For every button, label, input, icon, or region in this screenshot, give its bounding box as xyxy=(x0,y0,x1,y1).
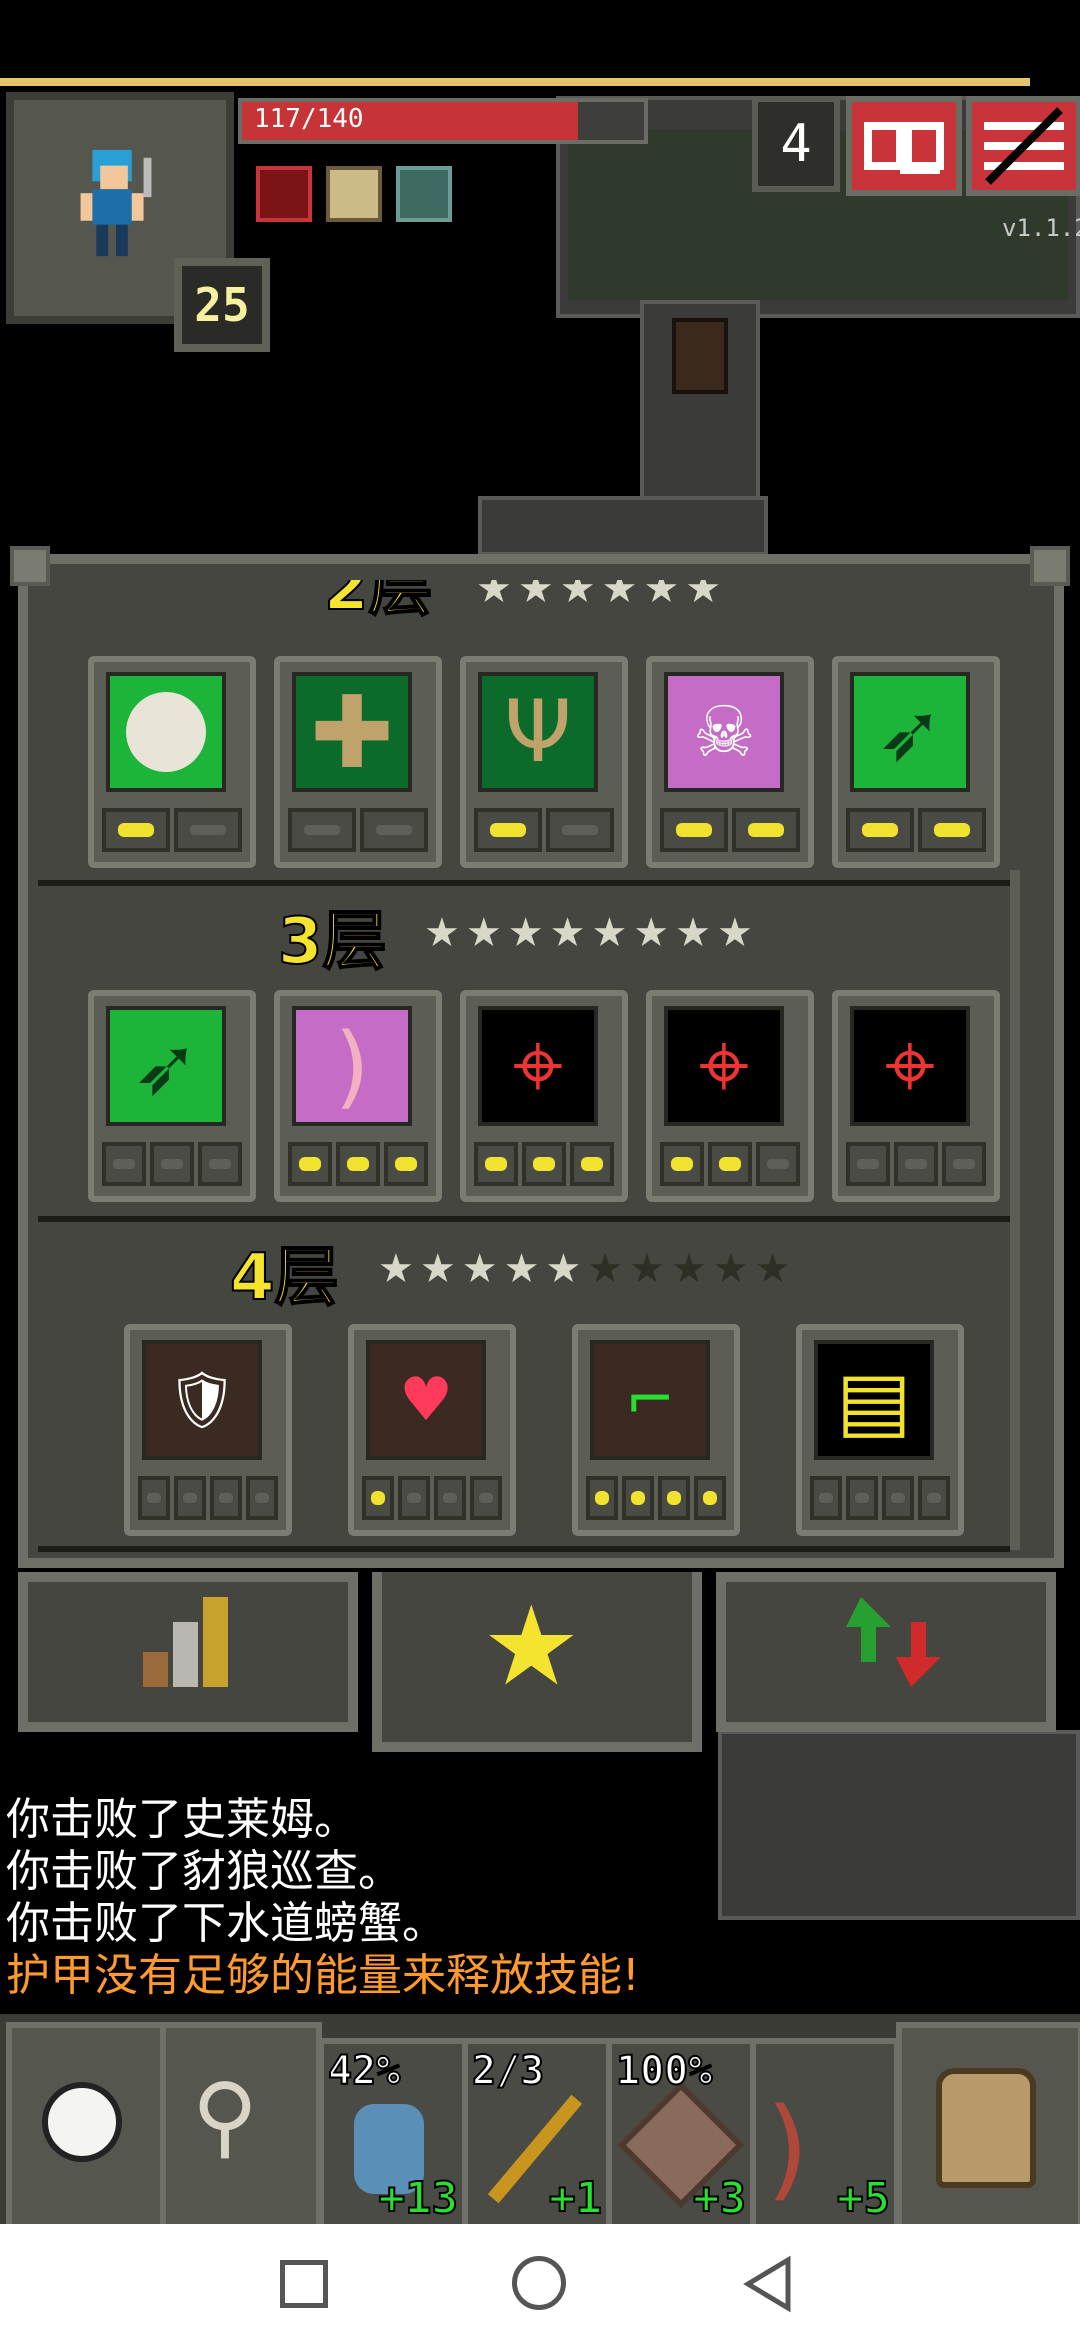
dungeon-wall-lower xyxy=(478,496,768,556)
back-icon[interactable] xyxy=(740,2254,800,2314)
quickslot-4-bonus: +5 xyxy=(836,2172,891,2225)
bleeding-buff-icon[interactable] xyxy=(256,166,312,222)
shield-target-icon xyxy=(106,672,226,792)
experience-bar xyxy=(0,78,1030,86)
search-icon: ⚲ xyxy=(192,2064,258,2169)
crosshair-eye-icon: ⌖ xyxy=(478,1006,598,1126)
quickslot-3-bonus: +3 xyxy=(692,2172,747,2225)
inventory-button[interactable] xyxy=(896,2022,1080,2230)
panel-corner-right xyxy=(1030,546,1070,586)
talent-tier4-1[interactable]: 🛡 xyxy=(124,1324,292,1536)
arrow-shield-icon: ➶ xyxy=(850,672,970,792)
talent-tier2-2[interactable]: ✚ xyxy=(274,656,442,868)
bow-icon: ) xyxy=(292,1006,412,1126)
talent-tier4-4[interactable]: ▤ xyxy=(796,1324,964,1536)
tier-divider-2 xyxy=(38,1216,1010,1222)
tier-4-stars-locked: ★★★★★ xyxy=(587,1246,797,1292)
quickslot-1[interactable]: 42% +13 xyxy=(318,2038,468,2230)
quickslot-1-charge: 42% xyxy=(327,2047,401,2095)
skull-swirl-icon: ☠ xyxy=(664,672,784,792)
game-log: 你击败了史莱姆。 你击败了豺狼巡查。 你击败了下水道螃蟹。 护甲没有足够的能量来… xyxy=(6,1794,1066,2002)
clock-icon xyxy=(42,2082,122,2162)
tier-4-stars: ★★★★★★★★★★ xyxy=(378,1246,797,1292)
quickslot-3-charge: 100% xyxy=(615,2047,713,2095)
recents-icon[interactable] xyxy=(280,2260,328,2308)
quickslot-1-bonus: +13 xyxy=(378,2172,459,2225)
dungeon-depth-indicator[interactable]: 4 xyxy=(752,96,840,192)
health-text: 117/140 xyxy=(254,104,364,134)
bottom-toolbar: ⚲ 42% +13 2/3 +1 100% +3 ) +5 xyxy=(0,2014,1080,2230)
tier-divider-3 xyxy=(38,1546,1010,1552)
talent-tier2-4[interactable]: ☠ xyxy=(646,656,814,868)
tier-4-stars-earned: ★★★★★ xyxy=(378,1246,588,1292)
menu-icon xyxy=(984,107,1064,185)
talent-tier2-3[interactable]: Ψ xyxy=(460,656,628,868)
tab-talents[interactable]: ★ xyxy=(372,1572,702,1752)
quickslot-2-bonus: +1 xyxy=(548,2172,603,2225)
tier-divider-1 xyxy=(38,880,1010,886)
log-line: 你击败了豺狼巡查。 xyxy=(6,1846,402,1897)
tier-4-title: 4层 xyxy=(229,1240,340,1316)
quickslot-2-charge: 2/3 xyxy=(471,2047,545,2095)
up-down-arrows-icon xyxy=(846,1597,941,1687)
home-icon[interactable] xyxy=(512,2256,566,2310)
huntress-hero-icon xyxy=(80,149,152,257)
talent-tier2-1[interactable] xyxy=(88,656,256,868)
cross-heal-icon: ✚ xyxy=(292,672,412,792)
log-line-warning: 护甲没有足够的能量来释放技能! xyxy=(6,1950,640,2001)
talent-tier3-2[interactable]: ) xyxy=(274,990,442,1202)
armor-buff-icon[interactable] xyxy=(326,166,382,222)
arrow-up-icon: ➶ xyxy=(106,1006,226,1126)
talent-tier4-2[interactable]: ♥ xyxy=(348,1324,516,1536)
quickslot-3[interactable]: 100% +3 xyxy=(606,2038,756,2230)
menu-button[interactable] xyxy=(966,96,1080,196)
tier-3-title: 3层 xyxy=(277,904,388,980)
stats-bars-icon xyxy=(143,1597,228,1687)
talent-tier3-4[interactable]: ⌖ xyxy=(646,990,814,1202)
dungeon-door xyxy=(672,318,728,394)
hero-level-badge: 25 xyxy=(174,258,270,352)
quickslot-2[interactable]: 2/3 +1 xyxy=(462,2038,612,2230)
log-line: 你击败了史莱姆。 xyxy=(6,1794,358,1845)
tab-upgrades[interactable] xyxy=(716,1572,1056,1732)
journal-button[interactable] xyxy=(846,96,962,196)
log-line: 你击败了下水道螃蟹。 xyxy=(6,1898,446,1949)
talents-scrollbar[interactable] xyxy=(1010,870,1020,1550)
talent-tier3-5[interactable]: ⌖ xyxy=(832,990,1000,1202)
armor-ability-icon: ▤ xyxy=(814,1340,934,1460)
crosshair-purple-arrow-icon: ⌖ xyxy=(664,1006,784,1126)
system-navigation-bar xyxy=(0,2224,1080,2340)
tier-3-stars: ★★★★★★★★ xyxy=(424,910,759,956)
tab-stats[interactable] xyxy=(18,1572,358,1732)
rat-stairs-icon: ⌐ xyxy=(590,1340,710,1460)
talent-tier4-3[interactable]: ⌐ xyxy=(572,1324,740,1536)
wait-button[interactable] xyxy=(6,2022,168,2230)
rat-shield-icon: 🛡 xyxy=(142,1340,262,1460)
talents-scroll-area[interactable]: 2层 ★★★★★★ ✚ Ψ ☠ ➶ 3层 ★★★★★★★★ ➶ ) ⌖ ⌖ ⌖ xyxy=(38,580,1020,1558)
shield-buff-icon[interactable] xyxy=(396,166,452,222)
talent-tier2-5[interactable]: ➶ xyxy=(832,656,1000,868)
crosshair-yellow-arrow-icon: ⌖ xyxy=(850,1006,970,1126)
quickslot-4[interactable]: ) +5 xyxy=(750,2038,900,2230)
version-label: v1.1.2 xyxy=(1002,214,1080,242)
spirit-bow-icon: ) xyxy=(766,2084,809,2212)
tier-2-stars: ★★★★★★ xyxy=(476,580,728,612)
backpack-icon xyxy=(936,2068,1036,2188)
talent-tier3-1[interactable]: ➶ xyxy=(88,990,256,1202)
journal-icon xyxy=(864,122,944,174)
talent-tier3-3[interactable]: ⌖ xyxy=(460,990,628,1202)
health-bar: 117/140 xyxy=(238,98,648,144)
search-button[interactable]: ⚲ xyxy=(160,2022,322,2230)
star-icon: ★ xyxy=(482,1582,581,1710)
tier-2-title: 2层 xyxy=(323,580,434,626)
rat-heart-icon: ♥ xyxy=(366,1340,486,1460)
tree-icon: Ψ xyxy=(478,672,598,792)
